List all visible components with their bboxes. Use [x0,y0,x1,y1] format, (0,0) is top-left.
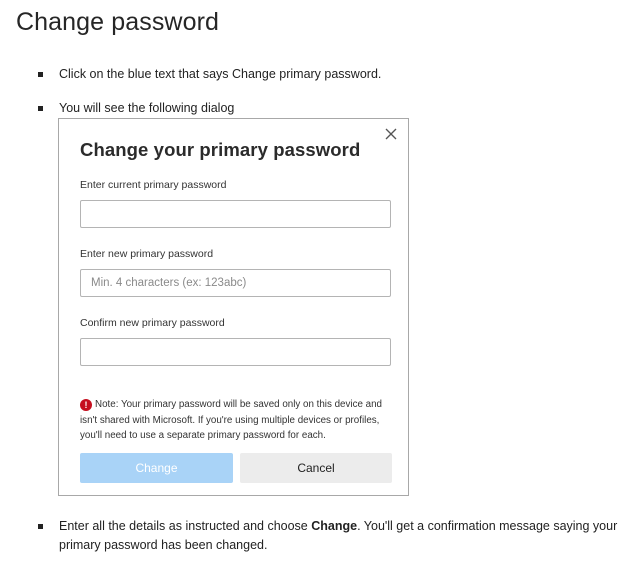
cancel-button[interactable]: Cancel [240,453,392,483]
current-password-label: Enter current primary password [80,179,227,191]
change-password-dialog: Change your primary password Enter curre… [58,118,409,496]
note-text: Note: Your primary password will be save… [80,399,382,441]
close-icon[interactable] [382,125,400,143]
step-1-text: Click on the blue text that says Change … [59,67,382,81]
dialog-title: Change your primary password [80,139,361,160]
confirm-password-input[interactable] [80,338,391,366]
confirm-password-label: Confirm new primary password [80,317,225,329]
new-password-input[interactable] [80,269,391,297]
step-2-text: You will see the following dialog [59,101,235,115]
step-3-text-part: Enter all the details as instructed and … [59,519,312,533]
page-title: Change password [16,8,220,36]
bullet [38,72,43,77]
step-3-text-part: . You'll get a confirmation message sayi… [357,519,618,533]
note: ! Note: Your primary password will be sav… [80,397,392,444]
current-password-input[interactable] [80,200,391,228]
step-3-text: Enter all the details as instructed and … [59,517,617,536]
new-password-label: Enter new primary password [80,248,214,260]
bullet [38,106,43,111]
bullet [38,524,43,529]
error-icon: ! [80,399,92,411]
change-button[interactable]: Change [80,453,233,483]
step-3-change-emphasis: Change [311,519,358,533]
step-3-text-line2: primary password has been changed. [59,538,268,552]
